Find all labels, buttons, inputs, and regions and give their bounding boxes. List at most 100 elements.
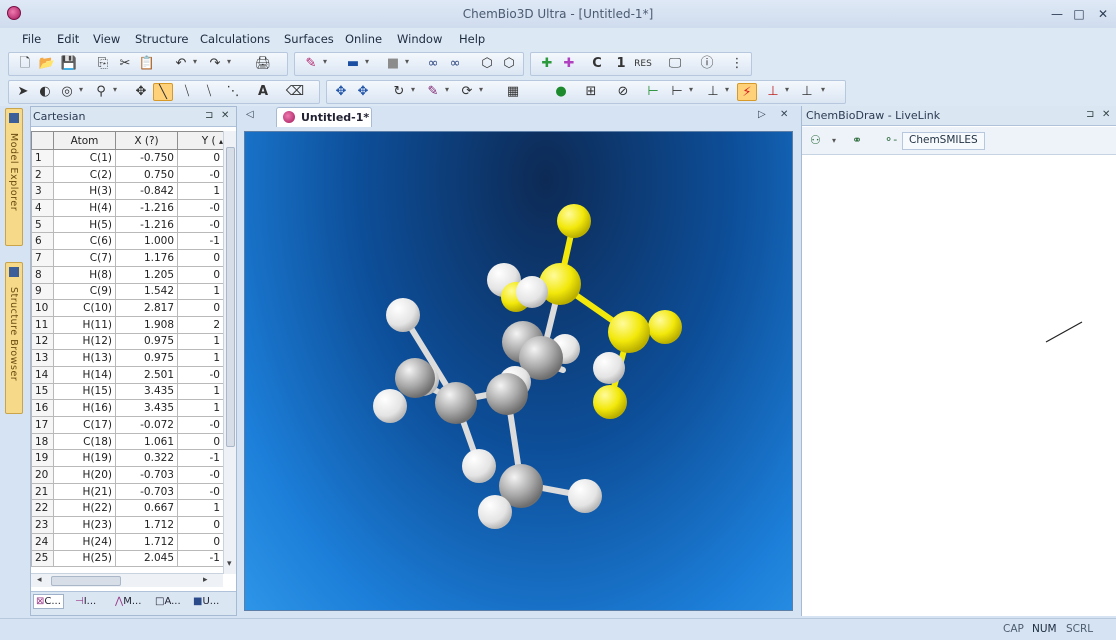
x-cell[interactable]: 3.435	[115, 382, 178, 401]
atom-cell[interactable]: H(3)	[53, 182, 116, 201]
redo-icon[interactable]: ↷	[205, 55, 225, 73]
model-display-dropdown-icon[interactable]: ▾	[323, 57, 327, 66]
tab-scroll-right-icon[interactable]: ▷	[758, 109, 766, 120]
distance-dropdown-icon[interactable]: ▾	[725, 85, 729, 94]
x-cell[interactable]: 2.817	[115, 299, 178, 317]
triple-bond-icon[interactable]: ⧹	[199, 83, 219, 101]
move-icon[interactable]: ✥	[131, 83, 151, 101]
orient-icon[interactable]: ✎	[423, 83, 443, 101]
table-row[interactable]: 2 C(2) 0.750 -0	[31, 165, 224, 184]
single-bond-icon[interactable]: ╲	[153, 83, 173, 101]
model-explorer-tab[interactable]: Model Explorer	[5, 108, 23, 246]
atom-cell[interactable]: C(7)	[53, 249, 116, 267]
menu-file[interactable]: File	[22, 32, 41, 46]
y-cell[interactable]: -1	[177, 449, 224, 468]
row-index-cell[interactable]: 21	[31, 482, 54, 501]
tab-cartesian[interactable]: ⊠C...	[33, 594, 64, 609]
ruler-icon[interactable]: ⋮	[727, 55, 747, 73]
rotate-dropdown-icon[interactable]: ▾	[79, 85, 83, 94]
menu-online[interactable]: Online	[345, 32, 382, 46]
y-cell[interactable]: 0	[177, 299, 224, 317]
atom-cell[interactable]: C(6)	[53, 232, 116, 251]
residue-button[interactable]: RES	[633, 55, 653, 73]
x-cell[interactable]: -1.216	[115, 199, 178, 217]
y-cell[interactable]: -0	[177, 482, 224, 501]
dipole-icon[interactable]: ⊥	[797, 83, 817, 101]
atom-hydrogen[interactable]	[386, 298, 420, 332]
stereo-view-icon[interactable]: ∞	[445, 55, 465, 73]
chemsmiles-icon[interactable]: ⚬-	[884, 133, 897, 146]
table-row[interactable]: 25 H(25) 2.045 -1	[31, 549, 224, 568]
table-row[interactable]: 17 C(17) -0.072 -0	[31, 416, 224, 434]
table-row[interactable]: 4 H(4) -1.216 -0	[31, 199, 224, 217]
table-row[interactable]: 1 C(1) -0.750 0	[31, 149, 224, 167]
table-row[interactable]: 12 H(12) 0.975 1	[31, 332, 224, 351]
orient-dropdown-icon[interactable]: ▾	[445, 85, 449, 94]
table-row[interactable]: 15 H(15) 3.435 1	[31, 382, 224, 401]
angle-dropdown-icon[interactable]: ▾	[689, 85, 693, 94]
draw-dropdown-icon[interactable]: ▾	[832, 136, 836, 145]
col-header-x[interactable]: X (?)	[115, 131, 178, 150]
background-dropdown-icon[interactable]: ▾	[365, 57, 369, 66]
atom-cell[interactable]: H(16)	[53, 399, 116, 417]
y-cell[interactable]: 1	[177, 332, 224, 351]
x-cell[interactable]: 1.712	[115, 532, 178, 551]
row-index-cell[interactable]: 1	[31, 149, 54, 167]
table-row[interactable]: 5 H(5) -1.216 -0	[31, 215, 224, 234]
menu-surfaces[interactable]: Surfaces	[284, 32, 334, 46]
row-index-cell[interactable]: 7	[31, 249, 54, 267]
dipole-dropdown-icon[interactable]: ▾	[821, 85, 825, 94]
row-index-cell[interactable]: 16	[31, 399, 54, 417]
livelink-pin-icon[interactable]: ⊐	[1086, 109, 1094, 120]
zoom-icon[interactable]: ⚲	[91, 83, 111, 101]
atom-cell[interactable]: H(13)	[53, 349, 116, 367]
table-row[interactable]: 24 H(24) 1.712 0	[31, 532, 224, 551]
atom-hydrogen[interactable]	[568, 479, 602, 513]
atom-hydrogen[interactable]	[373, 389, 407, 423]
menu-structure[interactable]: Structure	[135, 32, 189, 46]
table-row[interactable]: 3 H(3) -0.842 1	[31, 182, 224, 201]
atom-sulfur[interactable]	[648, 310, 682, 344]
table-row[interactable]: 10 C(10) 2.817 0	[31, 299, 224, 317]
row-index-cell[interactable]: 2	[31, 165, 54, 184]
menu-edit[interactable]: Edit	[57, 32, 79, 46]
table-row[interactable]: 19 H(19) 0.322 -1	[31, 449, 224, 468]
x-cell[interactable]: 1.712	[115, 516, 178, 534]
row-index-cell[interactable]: 18	[31, 432, 54, 451]
y-cell[interactable]: 0	[177, 516, 224, 534]
animate-icon[interactable]: ⊞	[581, 83, 601, 101]
dummy-bond-icon[interactable]: ⋱	[223, 83, 243, 101]
atom-sulfur[interactable]	[557, 204, 591, 238]
row-index-cell[interactable]: 11	[31, 315, 54, 334]
distance-icon[interactable]: ⊥	[703, 83, 723, 101]
row-index-cell[interactable]: 14	[31, 365, 54, 384]
menu-window[interactable]: Window	[397, 32, 442, 46]
horizontal-scroll-thumb[interactable]	[51, 576, 121, 586]
table-row[interactable]: 22 H(22) 0.667 1	[31, 499, 224, 518]
x-cell[interactable]: 1.176	[115, 249, 178, 267]
atom-hydrogen[interactable]	[478, 495, 512, 529]
translate-icon[interactable]: ✥	[331, 83, 351, 101]
x-cell[interactable]: -0.072	[115, 416, 178, 434]
redo-dropdown-icon[interactable]: ▾	[227, 57, 231, 66]
atom-cell[interactable]: H(14)	[53, 365, 116, 384]
row-index-cell[interactable]: 13	[31, 349, 54, 367]
close-button[interactable]: ✕	[1092, 5, 1114, 23]
x-cell[interactable]: -0.842	[115, 182, 178, 201]
atom-cell[interactable]: H(4)	[53, 199, 116, 217]
charge-dropdown-icon[interactable]: ▾	[785, 85, 789, 94]
row-index-cell[interactable]: 12	[31, 332, 54, 351]
eraser-icon[interactable]: ⌫	[285, 83, 305, 101]
rotate-bond-icon[interactable]: ↻	[389, 83, 409, 101]
undo-dropdown-icon[interactable]: ▾	[193, 57, 197, 66]
undo-icon[interactable]: ↶	[171, 55, 191, 73]
atom-carbon[interactable]	[486, 373, 528, 415]
col-header-atom[interactable]: Atom	[53, 131, 116, 150]
x-cell[interactable]: -0.703	[115, 466, 178, 484]
open-folder-icon[interactable]: 📂	[37, 55, 57, 73]
link-structure-icon[interactable]: ⚭	[852, 133, 862, 147]
grid-icon[interactable]: ▦	[503, 83, 523, 101]
atom-cell[interactable]: H(8)	[53, 265, 116, 284]
y-cell[interactable]: -0	[177, 199, 224, 217]
y-cell[interactable]: -0	[177, 466, 224, 484]
